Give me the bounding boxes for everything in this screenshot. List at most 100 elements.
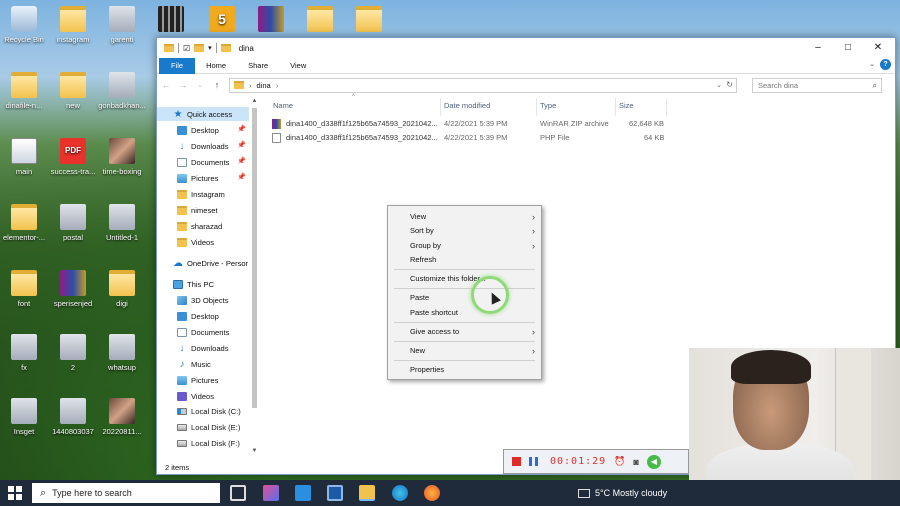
- desktop-icon-digi[interactable]: digi: [96, 270, 148, 308]
- nav-downloads[interactable]: ↓ Downloads: [177, 139, 229, 153]
- up-arrow-icon[interactable]: ↑: [212, 80, 222, 90]
- desktop-icon-20220811[interactable]: 20220811...: [96, 398, 148, 436]
- column-size[interactable]: Size: [619, 101, 634, 110]
- desktop-icon-folder[interactable]: [294, 6, 346, 35]
- tab-home[interactable]: Home: [195, 58, 237, 74]
- nav-local-disk-e[interactable]: Local Disk (E:): [177, 420, 240, 434]
- desktop-icon-app[interactable]: 5: [196, 6, 248, 35]
- desktop-icon-2[interactable]: 2: [47, 334, 99, 372]
- tab-share[interactable]: Share: [237, 58, 279, 74]
- desktop-icon-garenti[interactable]: garenti: [96, 6, 148, 44]
- nav-videos[interactable]: Videos: [177, 235, 214, 249]
- desktop-icon-insget[interactable]: Insget: [0, 398, 50, 436]
- desktop-icon-fx[interactable]: fx: [0, 334, 50, 372]
- menu-item-group-by[interactable]: Group by ›: [388, 239, 541, 253]
- store-icon[interactable]: [327, 485, 343, 501]
- menu-item-sort-by[interactable]: Sort by ›: [388, 224, 541, 238]
- desktop-icon-gonbadkhan[interactable]: gonbadkhan...: [96, 72, 148, 110]
- desktop-icon-dinafile[interactable]: dinafile-n...: [0, 72, 50, 110]
- tab-file[interactable]: File: [159, 57, 196, 74]
- nav-pc-documents[interactable]: Documents: [177, 325, 229, 339]
- mail-icon[interactable]: [295, 485, 311, 501]
- back-arrow-icon[interactable]: ←: [161, 80, 171, 90]
- taskbar-search-box[interactable]: ⌕ Type here to search: [32, 483, 220, 503]
- minimize-button[interactable]: –: [803, 38, 833, 58]
- close-button[interactable]: ✕: [863, 38, 893, 58]
- pause-icon[interactable]: [529, 457, 538, 466]
- nav-3d-objects[interactable]: 3D Objects: [177, 293, 229, 307]
- nav-this-pc[interactable]: This PC: [173, 277, 214, 291]
- breadcrumb-dina[interactable]: dina: [257, 81, 271, 90]
- desktop-icon-time-boxing[interactable]: time-boxing: [96, 138, 148, 176]
- desktop-icon-folder-2[interactable]: [343, 6, 395, 35]
- chevron-down-icon[interactable]: ⌄: [716, 81, 722, 89]
- desktop-icon-font[interactable]: font: [0, 270, 50, 308]
- desktop-icon-elementor[interactable]: elementor-...: [0, 204, 50, 242]
- nav-nimeset[interactable]: nimeset: [177, 203, 218, 217]
- desktop-icon-main[interactable]: main: [0, 138, 50, 176]
- nav-pc-desktop[interactable]: Desktop: [177, 309, 219, 323]
- app-icon[interactable]: [263, 485, 279, 501]
- weather-widget[interactable]: 5°C Mostly cloudy: [578, 480, 667, 506]
- camera-icon[interactable]: ◙: [633, 457, 638, 467]
- menu-item-customize-folder[interactable]: Customize this folder...: [388, 272, 541, 286]
- firefox-icon[interactable]: [424, 485, 440, 501]
- nav-pictures[interactable]: Pictures: [177, 171, 218, 185]
- search-input[interactable]: Search dina ⌕: [752, 77, 882, 93]
- desktop-icon-untitled[interactable]: Untitled-1: [96, 204, 148, 242]
- menu-item-new[interactable]: New ›: [388, 344, 541, 358]
- nav-pc-downloads[interactable]: ↓ Downloads: [177, 341, 229, 355]
- column-name[interactable]: Name: [273, 101, 293, 110]
- column-type[interactable]: Type: [540, 101, 556, 110]
- scroll-thumb[interactable]: [252, 108, 257, 408]
- desktop-icon-sperisenjed[interactable]: sperisenjed: [47, 270, 99, 308]
- scroll-down-icon[interactable]: ▼: [250, 448, 259, 454]
- nav-local-disk-f[interactable]: Local Disk (F:): [177, 436, 240, 450]
- nav-music[interactable]: ♪ Music: [177, 357, 211, 371]
- desktop-icon-new[interactable]: new: [47, 72, 99, 110]
- desktop-icon-whatsup[interactable]: whatsup: [96, 334, 148, 372]
- nav-desktop[interactable]: Desktop: [177, 123, 219, 137]
- forward-arrow-icon[interactable]: →: [178, 80, 188, 90]
- nav-pc-pictures[interactable]: Pictures: [177, 373, 218, 387]
- nav-local-disk-c[interactable]: Local Disk (C:): [177, 404, 241, 418]
- file-row[interactable]: dina1400_d338ff1f125b65a74593_2021042...…: [272, 132, 702, 145]
- file-row[interactable]: dina1400_d338ff1f125b65a74593_2021042...…: [272, 118, 702, 131]
- nav-sharazad[interactable]: sharazad: [177, 219, 222, 233]
- recent-locations-icon[interactable]: ⌄: [195, 82, 205, 89]
- speaker-icon[interactable]: ◀: [646, 454, 661, 469]
- desktop-icon-winrar[interactable]: [245, 6, 297, 35]
- nav-onedrive[interactable]: ☁ OneDrive - Persor: [173, 256, 248, 270]
- nav-scrollbar[interactable]: ▲ ▼: [250, 98, 259, 458]
- maximize-button[interactable]: □: [833, 38, 863, 58]
- menu-item-paste-shortcut[interactable]: Paste shortcut: [388, 306, 541, 320]
- task-view-icon[interactable]: [230, 485, 246, 501]
- scroll-up-icon[interactable]: ▲: [250, 98, 259, 104]
- stop-record-icon[interactable]: [512, 457, 521, 466]
- new-folder-icon[interactable]: [194, 44, 205, 52]
- desktop-icon-1440803037[interactable]: 1440803037: [47, 398, 99, 436]
- address-bar[interactable]: › dina › ⌄ ↻: [229, 77, 737, 93]
- menu-item-properties[interactable]: Properties: [388, 363, 541, 377]
- desktop-icon-instagram[interactable]: instagram: [47, 6, 99, 44]
- nav-pc-videos[interactable]: Videos: [177, 389, 214, 403]
- desktop-icon-recycle-bin[interactable]: Recycle Bin: [0, 6, 50, 44]
- file-explorer-icon[interactable]: [359, 485, 375, 501]
- nav-instagram[interactable]: Instagram: [177, 187, 225, 201]
- windows-start-icon[interactable]: [8, 486, 22, 500]
- menu-item-give-access[interactable]: Give access to ›: [388, 325, 541, 339]
- chevron-down-icon[interactable]: ▾: [208, 44, 212, 52]
- menu-item-view[interactable]: View ›: [388, 210, 541, 224]
- column-date-modified[interactable]: Date modified: [444, 101, 490, 110]
- alarm-clock-icon[interactable]: ⏰: [614, 456, 625, 467]
- menu-item-refresh[interactable]: Refresh: [388, 253, 541, 267]
- menu-item-paste[interactable]: Paste: [388, 291, 541, 305]
- edge-icon[interactable]: [392, 485, 408, 501]
- expand-ribbon-icon[interactable]: ⌄: [869, 60, 875, 68]
- desktop-icon-postal[interactable]: postal: [47, 204, 99, 242]
- properties-icon[interactable]: ☑: [183, 44, 190, 53]
- help-icon[interactable]: ?: [880, 59, 891, 70]
- desktop-icon-success[interactable]: PDF success-tra...: [47, 138, 99, 176]
- nav-quick-access[interactable]: ★ Quick access: [157, 107, 249, 121]
- refresh-icon[interactable]: ↻: [726, 80, 733, 89]
